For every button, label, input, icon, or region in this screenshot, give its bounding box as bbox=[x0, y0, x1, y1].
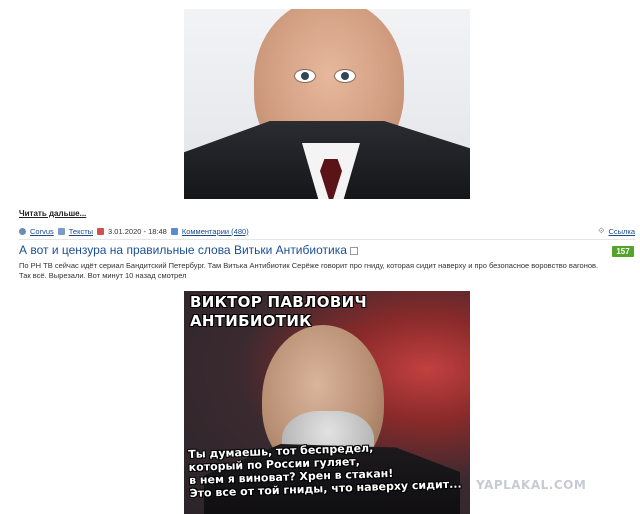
post-meta: Corvus Тексты 3.01.2020 - 18:48 Коммента… bbox=[19, 225, 635, 237]
post-text-line: По РН ТВ сейчас идёт сериал Бандитский П… bbox=[19, 261, 599, 270]
post-text-line: Так всё. Вырезали. Вот минут 10 назад см… bbox=[19, 271, 187, 280]
image-heading-line: АНТИБИОТИК bbox=[190, 312, 312, 330]
post-title[interactable]: А вот и цензура на правильные слова Вить… bbox=[19, 243, 358, 257]
comments-link[interactable]: Комментарии (480) bbox=[182, 227, 249, 236]
post-image-2: ВИКТОР ПАВЛОВИЧ АНТИБИОТИК Ты думаешь, т… bbox=[184, 291, 470, 514]
post-date: 3.01.2020 - 18:48 bbox=[108, 226, 167, 236]
eye-right bbox=[334, 69, 356, 83]
site-watermark: YAPLAKAL.COM bbox=[476, 478, 587, 492]
comments-icon bbox=[170, 227, 178, 235]
category-link[interactable]: Тексты bbox=[69, 227, 93, 236]
image-heading-line: ВИКТОР ПАВЛОВИЧ bbox=[190, 293, 367, 311]
link-icon: ⟐ bbox=[598, 226, 605, 235]
post-image-1 bbox=[184, 9, 470, 199]
category-icon bbox=[57, 227, 65, 235]
post-title-text[interactable]: А вот и цензура на правильные слова Вить… bbox=[19, 243, 347, 257]
image-caption: Ты думаешь, тот беспредел, который по Ро… bbox=[188, 439, 462, 500]
permalink-link[interactable]: Ссылка bbox=[608, 227, 635, 236]
eye-left bbox=[294, 69, 316, 83]
divider bbox=[19, 239, 635, 240]
external-link-icon[interactable] bbox=[349, 246, 358, 255]
user-icon bbox=[19, 227, 26, 235]
image-heading: ВИКТОР ПАВЛОВИЧ АНТИБИОТИК bbox=[190, 293, 367, 331]
rating-badge: 157 bbox=[612, 246, 634, 257]
author-link[interactable]: Corvus bbox=[30, 227, 54, 236]
post-text: По РН ТВ сейчас идёт сериал Бандитский П… bbox=[19, 261, 619, 281]
calendar-icon bbox=[97, 227, 105, 235]
read-more-link[interactable]: Читать дальше... bbox=[19, 209, 86, 218]
